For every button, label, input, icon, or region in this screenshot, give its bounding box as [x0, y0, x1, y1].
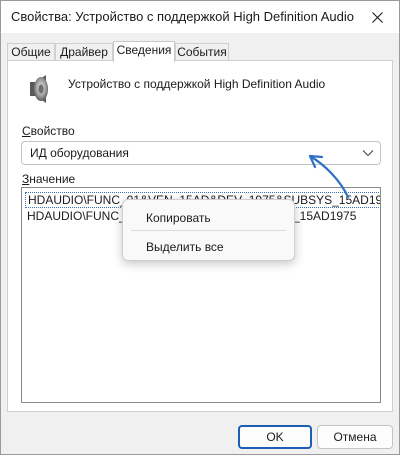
tab-events[interactable]: События — [175, 43, 229, 61]
tab-details[interactable]: Сведения — [113, 41, 175, 62]
property-label: Свойство — [22, 124, 75, 138]
cancel-button[interactable]: Отмена — [317, 425, 393, 449]
list-item-text-tail: S_15AD1975 — [285, 209, 357, 223]
list-item[interactable]: HDAUDIO\FUNC_0 S_15AD1975 — [25, 209, 356, 225]
property-dropdown[interactable]: ИД оборудования — [21, 141, 381, 165]
tab-general[interactable]: Общие — [7, 43, 55, 61]
tab-driver[interactable]: Драйвер — [55, 43, 113, 61]
properties-dialog: Свойства: Устройство с поддержкой High D… — [0, 0, 400, 455]
menu-item-select-all[interactable]: Выделить все — [123, 235, 294, 259]
speaker-icon — [30, 75, 48, 103]
title-bar: Свойства: Устройство с поддержкой High D… — [1, 1, 399, 33]
menu-item-copy[interactable]: Копировать — [123, 206, 294, 230]
chevron-down-icon — [362, 150, 374, 157]
ok-button[interactable]: OK — [238, 425, 312, 449]
close-button[interactable] — [355, 1, 399, 33]
list-item-text: HDAUDIO\FUNC_0 — [27, 209, 133, 223]
window-title: Свойства: Устройство с поддержкой High D… — [11, 9, 354, 24]
close-icon — [371, 11, 383, 23]
context-menu: Копировать Выделить все — [122, 199, 295, 261]
property-dropdown-value: ИД оборудования — [30, 146, 129, 160]
menu-separator — [131, 230, 286, 231]
value-label: Значение — [22, 172, 76, 186]
device-name: Устройство с поддержкой High Definition … — [68, 77, 326, 91]
